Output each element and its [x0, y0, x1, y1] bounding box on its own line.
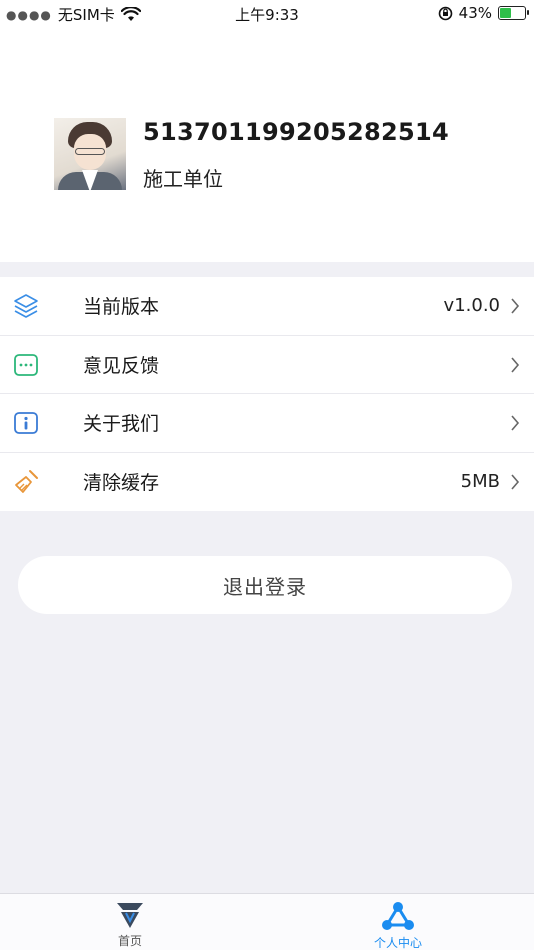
tab-bar: 首页 个人中心: [0, 893, 534, 950]
menu-item-about[interactable]: 关于我们: [0, 394, 534, 453]
avatar[interactable]: [54, 118, 126, 190]
layers-icon: [14, 294, 38, 318]
battery-level-fill: [500, 8, 512, 18]
menu-item-version[interactable]: 当前版本 v1.0.0: [0, 277, 534, 336]
info-icon: [14, 412, 38, 434]
rotation-lock-icon: [438, 6, 452, 20]
menu-item-label: 当前版本: [83, 296, 160, 319]
status-bar-right: 43%: [438, 4, 529, 22]
logout-button[interactable]: 退出登录: [18, 556, 512, 614]
chevron-right-icon: [511, 356, 520, 373]
broom-icon: [15, 469, 38, 493]
menu-item-feedback[interactable]: 意见反馈: [0, 336, 534, 394]
tab-profile[interactable]: 个人中心: [348, 900, 448, 950]
menu-item-label: 关于我们: [83, 413, 160, 436]
battery-percent: 43%: [458, 4, 492, 22]
menu-item-label: 意见反馈: [83, 354, 160, 377]
chat-bubble-icon: [14, 353, 38, 376]
user-organization: 施工单位: [143, 167, 223, 191]
tab-home[interactable]: 首页: [80, 900, 180, 949]
chevron-right-icon: [511, 473, 520, 490]
settings-menu: 当前版本 v1.0.0 意见反馈 关于我们 清除缓存 5MB: [0, 277, 534, 511]
battery-icon: [498, 6, 529, 20]
chevron-right-icon: [511, 298, 520, 314]
status-bar: ●●●● 无SIM卡 上午9:33 43%: [0, 0, 534, 26]
menu-item-label: 清除缓存: [83, 472, 160, 495]
user-id: 513701199205282514: [143, 118, 449, 146]
cache-size-value: 5MB: [460, 471, 500, 493]
tab-label: 首页: [117, 934, 142, 948]
tab-label: 个人中心: [373, 936, 422, 950]
home-diamond-icon: [117, 903, 143, 928]
user-network-icon: [382, 902, 414, 930]
menu-item-clear-cache[interactable]: 清除缓存 5MB: [0, 453, 534, 512]
chevron-right-icon: [511, 415, 520, 431]
version-value: v1.0.0: [443, 295, 500, 317]
